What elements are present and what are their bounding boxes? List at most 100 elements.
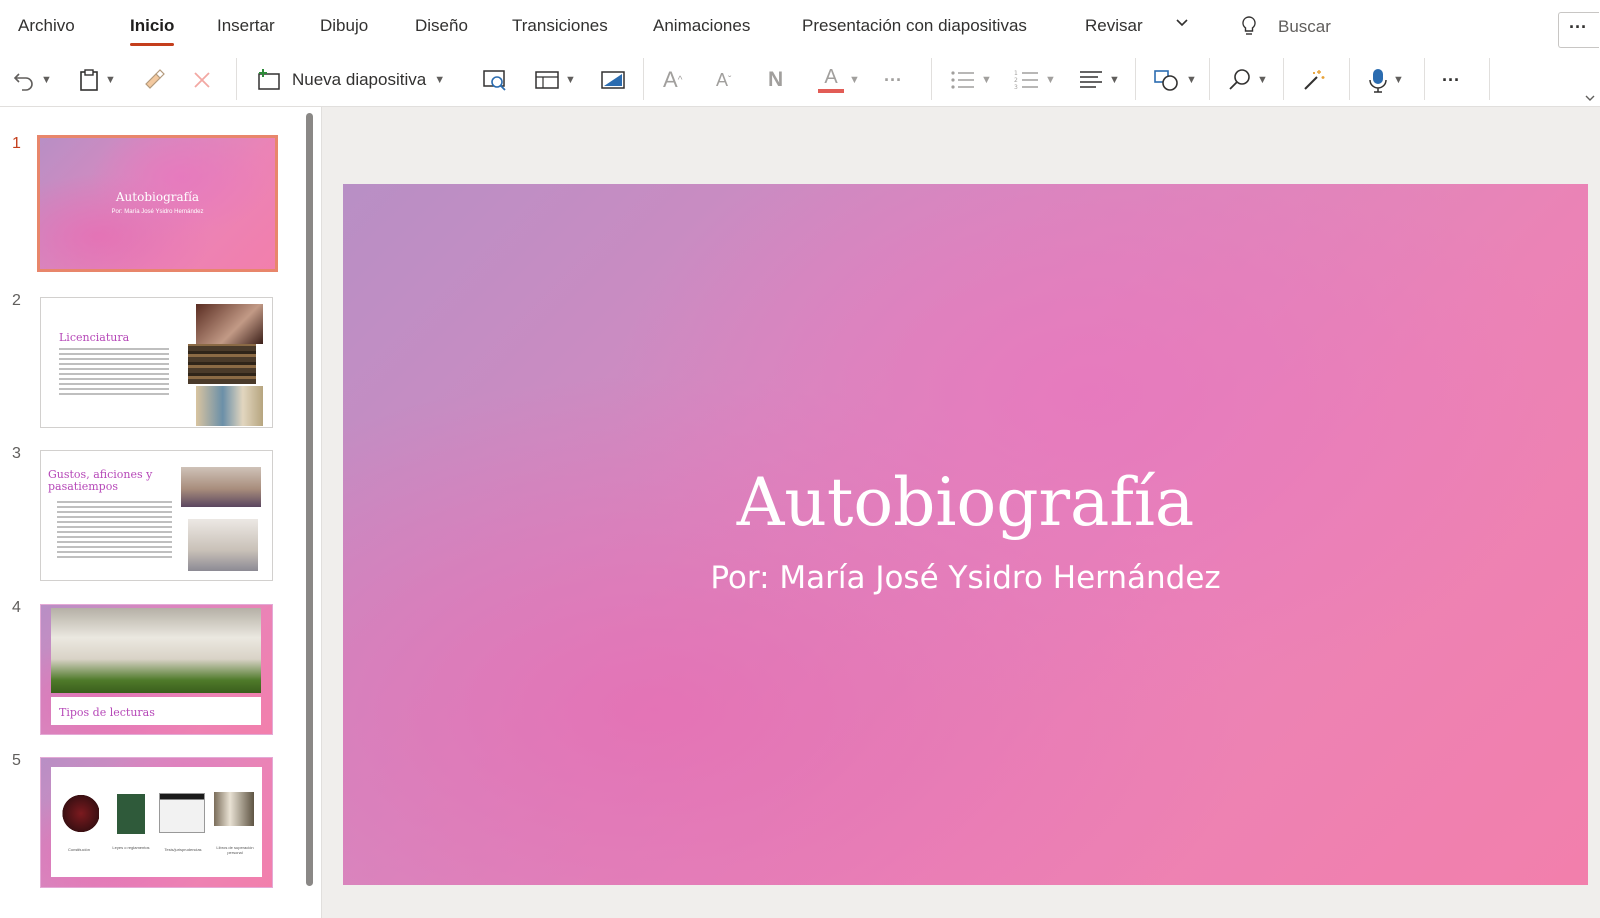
more-tabs-chevron-icon[interactable] — [1175, 14, 1189, 34]
magic-wand-icon — [1304, 70, 1325, 90]
slide-number: 2 — [12, 292, 21, 309]
more-font-button[interactable]: ··· — [884, 64, 902, 96]
tab-revisar[interactable]: Revisar — [1085, 16, 1143, 36]
background-button[interactable] — [600, 64, 626, 96]
layout-icon — [535, 71, 559, 89]
slide-number: 1 — [12, 135, 21, 152]
slide-subtitle[interactable]: Por: María José Ysidro Hernández — [343, 560, 1588, 596]
thumb-caption: Tesis/jurisprudencias — [164, 847, 202, 852]
search-label[interactable]: Buscar — [1278, 17, 1331, 37]
chevron-down-icon: ▼ — [1257, 74, 1268, 86]
new-slide-button[interactable]: Nueva diapositiva ▼ — [256, 64, 445, 96]
tab-insertar[interactable]: Insertar — [217, 16, 275, 36]
tab-inicio[interactable]: Inicio — [130, 16, 175, 46]
grow-font-icon: A — [663, 67, 678, 92]
thumb-body-text — [59, 348, 169, 398]
numbering-button[interactable]: 123 ▼ — [1014, 64, 1056, 96]
slide-thumbnail-panel: 1 Autobiografía Por: María José Ysidro H… — [0, 107, 322, 918]
slide-number: 4 — [12, 599, 21, 616]
layout-button[interactable]: ▼ — [534, 64, 576, 96]
new-slide-icon — [258, 69, 280, 90]
thumb-subtitle: Por: María José Ysidro Hernández — [111, 209, 204, 215]
toolbar-divider — [1283, 58, 1284, 100]
numbered-list-icon: 123 — [1014, 70, 1038, 91]
toolbar-divider — [1349, 58, 1350, 100]
chevron-down-icon: ▼ — [1186, 74, 1197, 86]
ribbon-tab-bar: Archivo Inicio Insertar Dibujo Diseño Tr… — [0, 0, 1600, 54]
lightbulb-icon[interactable] — [1240, 15, 1258, 42]
chevron-down-icon — [1585, 95, 1595, 101]
align-button[interactable]: ▼ — [1078, 64, 1120, 96]
slide-thumbnail-2[interactable]: Licenciatura — [40, 297, 273, 428]
designer-button[interactable] — [1302, 64, 1326, 96]
tab-archivo[interactable]: Archivo — [18, 16, 75, 36]
svg-text:1: 1 — [1014, 70, 1018, 77]
toolbar-divider — [931, 58, 932, 100]
shrink-font-button[interactable]: Aˇ — [716, 64, 731, 96]
find-button[interactable]: ▼ — [1228, 64, 1268, 96]
thumb-photo — [51, 608, 261, 693]
thumb-photo — [159, 793, 205, 833]
bullets-button[interactable]: ▼ — [950, 64, 992, 96]
slide-canvas[interactable]: Autobiografía Por: María José Ysidro Her… — [343, 184, 1588, 885]
thumb-photo — [59, 792, 99, 835]
tab-transiciones[interactable]: Transiciones — [512, 16, 608, 36]
delete-button[interactable] — [192, 64, 212, 96]
more-commands-button[interactable]: ··· — [1442, 64, 1460, 96]
slide-number: 3 — [12, 445, 21, 462]
brush-icon — [145, 69, 165, 89]
close-icon — [194, 72, 210, 88]
paste-button[interactable]: ▼ — [78, 64, 116, 96]
chevron-down-icon: ▼ — [1045, 74, 1056, 86]
toolbar-divider — [236, 58, 237, 100]
thumb-photo — [196, 386, 263, 426]
toolbar-divider — [1424, 58, 1425, 100]
ribbon-toolbar: ▼ ▼ Nueva diapositiva ▼ ▼ A ^ Aˇ N A ▼ ·… — [0, 54, 1600, 107]
scrollbar-thumb[interactable] — [306, 113, 313, 886]
bold-button[interactable]: N — [768, 64, 783, 96]
font-color-icon: A — [818, 67, 844, 93]
tab-diseno[interactable]: Diseño — [415, 16, 468, 36]
background-icon — [601, 71, 625, 89]
thumb-caption: Leyes o reglamentos — [112, 845, 150, 850]
tab-dibujo[interactable]: Dibujo — [320, 16, 368, 36]
tab-animaciones[interactable]: Animaciones — [653, 16, 750, 36]
shapes-icon — [1154, 70, 1178, 91]
ribbon-more-button[interactable]: ··· — [1558, 12, 1599, 48]
chevron-down-icon: ▼ — [565, 74, 576, 86]
chevron-down-icon: ▼ — [849, 74, 860, 86]
slide-thumbnail-4[interactable]: Tipos de lecturas — [40, 604, 273, 735]
undo-button[interactable]: ▼ — [12, 64, 52, 96]
thumb-title: Autobiografía — [115, 190, 200, 204]
slide-thumbnail-1[interactable]: Autobiografía Por: María José Ysidro Her… — [37, 135, 278, 272]
align-left-icon — [1080, 71, 1102, 88]
toolbar-divider — [643, 58, 644, 100]
tab-presentacion[interactable]: Presentación con diapositivas — [802, 16, 1027, 36]
search-icon — [1229, 69, 1250, 90]
reuse-slides-button[interactable] — [482, 64, 508, 96]
shrink-font-icon: A — [716, 69, 729, 90]
slide-title[interactable]: Autobiografía — [343, 464, 1588, 541]
new-slide-label: Nueva diapositiva — [292, 70, 427, 89]
microphone-icon — [1369, 69, 1387, 93]
bullet-list-icon — [951, 71, 974, 89]
font-color-button[interactable]: A ▼ — [818, 64, 860, 96]
undo-icon — [13, 73, 33, 91]
slide-search-icon — [483, 70, 506, 91]
shapes-button[interactable]: ▼ — [1153, 64, 1197, 96]
format-painter-button[interactable] — [142, 64, 166, 96]
thumb-title: Tipos de lecturas — [59, 706, 155, 719]
chevron-down-icon: ▼ — [105, 74, 116, 86]
thumb-content-area: Constitución Leyes o reglamentos Tesis/j… — [51, 767, 262, 877]
slide-thumbnail-5[interactable]: Constitución Leyes o reglamentos Tesis/j… — [40, 757, 273, 888]
clipboard-icon — [80, 69, 98, 91]
thumb-caption: Libros de superación personal — [216, 845, 254, 855]
grow-font-button[interactable]: A ^ — [663, 64, 682, 96]
svg-text:3: 3 — [1014, 84, 1018, 91]
thumb-photo — [214, 792, 254, 826]
thumb-caption: Constitución — [67, 847, 90, 852]
work-area: 1 Autobiografía Por: María José Ysidro H… — [0, 107, 1600, 918]
slide-thumbnail-3[interactable]: Gustos, aficiones y pasatiempos — [40, 450, 273, 581]
dictate-button[interactable]: ▼ — [1368, 64, 1404, 96]
toolbar-divider — [1489, 58, 1490, 100]
